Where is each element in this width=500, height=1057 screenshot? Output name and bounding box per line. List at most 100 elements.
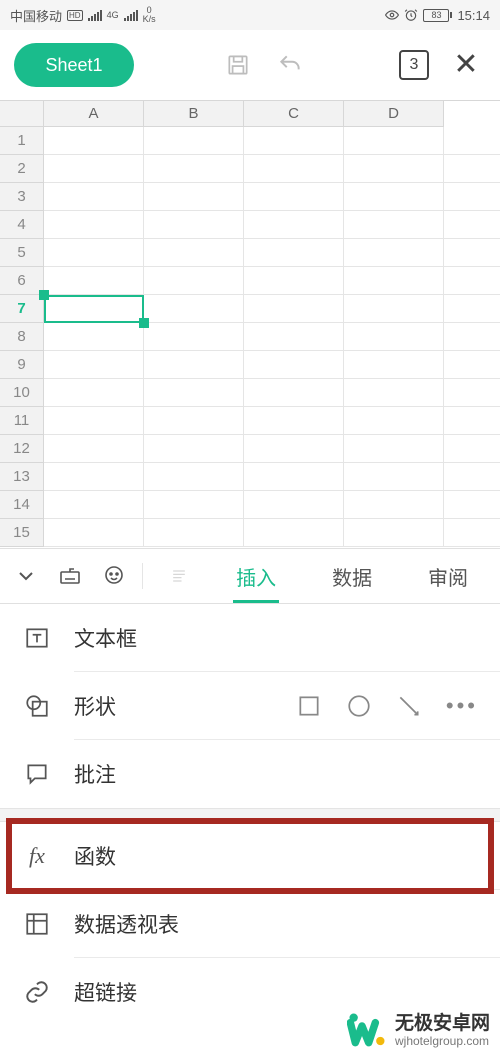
cell[interactable]: [144, 379, 244, 407]
insert-function[interactable]: fx 函数: [0, 822, 500, 890]
cell[interactable]: [44, 183, 144, 211]
row-header[interactable]: 15: [0, 519, 44, 547]
sheet-tab[interactable]: Sheet1: [14, 43, 134, 87]
cell[interactable]: [444, 127, 500, 155]
shape-line-icon[interactable]: [396, 693, 422, 719]
row-header[interactable]: 1: [0, 127, 44, 155]
insert-textbox[interactable]: 文本框: [0, 604, 500, 672]
cell[interactable]: [244, 351, 344, 379]
close-button[interactable]: ✕: [446, 45, 486, 85]
cell[interactable]: [144, 407, 244, 435]
shape-more-button[interactable]: •••: [446, 693, 478, 719]
cell[interactable]: [244, 211, 344, 239]
tab-review[interactable]: 审阅: [402, 549, 494, 603]
row-header[interactable]: 8: [0, 323, 44, 351]
cell[interactable]: [44, 491, 144, 519]
cell[interactable]: [344, 463, 444, 491]
cell[interactable]: [44, 379, 144, 407]
cell[interactable]: [444, 463, 500, 491]
cell[interactable]: [144, 491, 244, 519]
cell[interactable]: [144, 183, 244, 211]
insert-comment[interactable]: 批注: [0, 740, 500, 808]
row-header[interactable]: 11: [0, 407, 44, 435]
cell[interactable]: [244, 155, 344, 183]
cell[interactable]: [344, 155, 444, 183]
row-header[interactable]: 2: [0, 155, 44, 183]
cell[interactable]: [244, 239, 344, 267]
cell[interactable]: [244, 463, 344, 491]
cell[interactable]: [344, 379, 444, 407]
cell[interactable]: [144, 435, 244, 463]
col-header[interactable]: A: [44, 101, 144, 127]
cell[interactable]: [344, 491, 444, 519]
cell[interactable]: [244, 323, 344, 351]
cell[interactable]: [444, 183, 500, 211]
col-header[interactable]: D: [344, 101, 444, 127]
cell[interactable]: [444, 351, 500, 379]
col-header[interactable]: B: [144, 101, 244, 127]
col-header[interactable]: C: [244, 101, 344, 127]
shape-rect-icon[interactable]: [296, 693, 322, 719]
keyboard-button[interactable]: [50, 556, 90, 596]
cell[interactable]: [144, 463, 244, 491]
row-header[interactable]: 6: [0, 267, 44, 295]
cell[interactable]: [244, 435, 344, 463]
cell[interactable]: [444, 519, 500, 547]
row-header[interactable]: 9: [0, 351, 44, 379]
cell[interactable]: [244, 183, 344, 211]
cell[interactable]: [144, 211, 244, 239]
window-count-button[interactable]: 3: [394, 45, 434, 85]
insert-pivot[interactable]: 数据透视表: [0, 890, 500, 958]
cell[interactable]: [44, 407, 144, 435]
cell[interactable]: [344, 127, 444, 155]
cell[interactable]: [144, 295, 244, 323]
cell[interactable]: [444, 491, 500, 519]
cell[interactable]: [44, 295, 144, 323]
cell[interactable]: [244, 491, 344, 519]
cell[interactable]: [44, 155, 144, 183]
cell[interactable]: [444, 407, 500, 435]
cell[interactable]: [344, 407, 444, 435]
undo-button[interactable]: [270, 45, 310, 85]
cell[interactable]: [44, 239, 144, 267]
row-header[interactable]: 13: [0, 463, 44, 491]
cell[interactable]: [144, 127, 244, 155]
row-header[interactable]: 7: [0, 295, 44, 323]
cell[interactable]: [144, 267, 244, 295]
cell[interactable]: [144, 351, 244, 379]
cell[interactable]: [344, 267, 444, 295]
cell[interactable]: [244, 127, 344, 155]
spreadsheet-grid[interactable]: ABCD 123456789101112131415: [0, 100, 500, 548]
cell[interactable]: [44, 435, 144, 463]
row-header[interactable]: 14: [0, 491, 44, 519]
assistant-button[interactable]: [94, 556, 134, 596]
cell[interactable]: [44, 519, 144, 547]
cell[interactable]: [144, 239, 244, 267]
shape-circle-icon[interactable]: [346, 693, 372, 719]
cell[interactable]: [44, 463, 144, 491]
cell[interactable]: [344, 295, 444, 323]
save-button[interactable]: [218, 45, 258, 85]
cell[interactable]: [444, 211, 500, 239]
cell[interactable]: [244, 295, 344, 323]
cell[interactable]: [444, 295, 500, 323]
row-header[interactable]: 5: [0, 239, 44, 267]
row-header[interactable]: 3: [0, 183, 44, 211]
cell[interactable]: [444, 435, 500, 463]
row-header[interactable]: 10: [0, 379, 44, 407]
cell[interactable]: [444, 239, 500, 267]
cell[interactable]: [344, 435, 444, 463]
row-header[interactable]: 12: [0, 435, 44, 463]
cell[interactable]: [344, 323, 444, 351]
cell[interactable]: [44, 267, 144, 295]
cell[interactable]: [344, 351, 444, 379]
cell[interactable]: [244, 519, 344, 547]
select-all-corner[interactable]: [0, 101, 44, 127]
insert-shape[interactable]: 形状 •••: [0, 672, 500, 740]
tab-prev[interactable]: [151, 549, 206, 603]
collapse-button[interactable]: [6, 556, 46, 596]
cell[interactable]: [144, 519, 244, 547]
row-header[interactable]: 4: [0, 211, 44, 239]
cell[interactable]: [244, 379, 344, 407]
tab-data[interactable]: 数据: [306, 549, 398, 603]
